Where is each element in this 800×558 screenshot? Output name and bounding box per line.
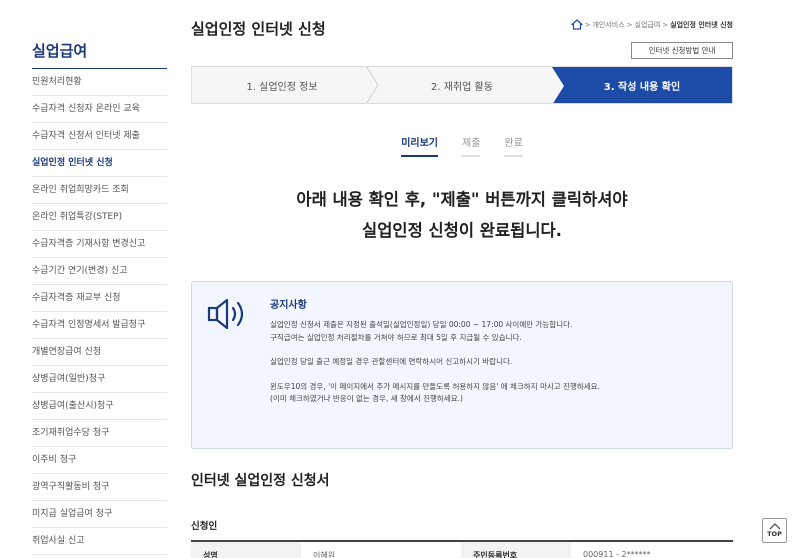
page-title: 실업인정 인터넷 신청 [191, 20, 326, 38]
sidebar-item[interactable]: 수급자격증 기재사항 변경신고 [32, 231, 167, 258]
rrn-label: 주민등록번호 [461, 542, 571, 558]
breadcrumb-item[interactable]: 실업급여 [635, 20, 661, 30]
sidebar-item[interactable]: 이주비 청구 [32, 447, 167, 474]
breadcrumb-item[interactable]: 개인서비스 [592, 20, 624, 30]
name-label: 성명 [191, 542, 301, 558]
subtabs: 미리보기 제출 완료 [191, 134, 733, 157]
notice-line: (이미 체크하였거나 반응이 없는 경우, 새 창에서 진행하세요.) [270, 394, 463, 403]
sidebar-item[interactable]: 상병급여(출산시)청구 [32, 393, 167, 420]
sidebar-item[interactable]: 수급자격 인정명세서 발급청구 [32, 312, 167, 339]
scroll-top-button[interactable]: TOP [762, 518, 787, 543]
step-indicator: 1. 실업인정 정보 2. 재취업 활동 3. 작성 내용 확인 [191, 66, 733, 104]
breadcrumb-sep: > [584, 20, 591, 29]
subtab-2[interactable]: 제출 [462, 134, 481, 157]
sidebar-item[interactable]: 상병급여(일반)청구 [32, 366, 167, 393]
headline-line-1: 아래 내용 확인 후, "제출" 버튼까지 클릭하셔야 [296, 190, 628, 209]
step-label: 2. 재취업 활동 [431, 81, 493, 93]
step-label: 3. 작성 내용 확인 [603, 81, 681, 93]
headline: 아래 내용 확인 후, "제출" 버튼까지 클릭하셔야 실업인정 신청이 완료됩… [191, 184, 733, 246]
sidebar-item[interactable]: 수급기간 연기(변경) 신고 [32, 258, 167, 285]
step-2: 2. 재취업 활동 [372, 67, 552, 103]
notice-paragraph: 실업인정 당일 출근 예정일 경우 관할센터에 연락하시어 신고하시기 바랍니다… [270, 356, 725, 369]
sidebar-item[interactable]: 수급자격 신청자 온라인 교육 [32, 96, 167, 123]
name-value: 이혜원 [313, 551, 336, 558]
home-icon[interactable] [570, 19, 583, 30]
top-label: TOP [767, 530, 782, 538]
sidebar: 실업급여 민원처리현황 수급자격 신청자 온라인 교육 수급자격 신청서 인터넷 제… [32, 40, 167, 555]
sidebar-item[interactable]: 온라인 취업희망카드 조회 [32, 177, 167, 204]
sidebar-item[interactable]: 미지급 실업급여 청구 [32, 501, 167, 528]
notice-line: 실업인정 신청서 제출은 지정된 출석일(실업인정일) 당일 00:00 ~ 1… [270, 320, 573, 329]
application-guide-button[interactable]: 인터넷 신청방법 안내 [631, 42, 733, 59]
step-3: 3. 작성 내용 확인 [552, 67, 732, 103]
sidebar-item[interactable]: 수급자격 신청서 인터넷 제출 [32, 123, 167, 150]
sidebar-item[interactable]: 조기재취업수당 청구 [32, 420, 167, 447]
rrn-value: 000911 - 2****** [583, 550, 651, 558]
sidebar-item[interactable]: 개별연장급여 신청 [32, 339, 167, 366]
breadcrumb-sep: > [626, 20, 633, 29]
headline-line-2: 실업인정 신청이 완료됩니다. [362, 221, 562, 240]
sidebar-item[interactable]: 민원처리현황 [32, 69, 167, 96]
notice-line: 실업인정 당일 출근 예정일 경우 관할센터에 연락하시어 신고하시기 바랍니다… [270, 357, 513, 366]
subtab-3[interactable]: 완료 [504, 134, 523, 157]
sidebar-item[interactable]: 온라인 취업특강(STEP) [32, 204, 167, 231]
form-section-title: 인터넷 실업인정 신청서 [191, 473, 330, 489]
applicant-row: 성명 이혜원 주민등록번호 000911 - 2****** [191, 542, 733, 558]
subtab-1[interactable]: 미리보기 [401, 134, 438, 157]
breadcrumb: > 개인서비스 > 실업급여 > 실업인정 인터넷 신청 [570, 19, 733, 30]
notice-body: 실업인정 신청서 제출은 지정된 출석일(실업인정일) 당일 00:00 ~ 1… [270, 319, 725, 418]
sidebar-item[interactable]: 광역구직활동비 청구 [32, 474, 167, 501]
chevron-up-icon [769, 523, 780, 530]
step-divider-chevron [366, 67, 379, 103]
sidebar-item[interactable]: 실업인정 인터넷 신청 [32, 150, 167, 177]
sidebar-item[interactable]: 수급자격증 재교부 신청 [32, 285, 167, 312]
step-1: 1. 실업인정 정보 [192, 67, 379, 103]
notice-paragraph: 실업인정 신청서 제출은 지정된 출석일(실업인정일) 당일 00:00 ~ 1… [270, 319, 725, 344]
notice-line: 구직급여는 실업인정 처리절차를 거쳐야 하므로 최대 5일 후 지급될 수 있… [270, 332, 522, 342]
notice-title: 공지사항 [270, 300, 307, 311]
applicant-subsection-title: 신청인 [191, 521, 218, 532]
sidebar-item[interactable]: 취업사실 신고 [32, 528, 167, 555]
sidebar-list: 민원처리현황 수급자격 신청자 온라인 교육 수급자격 신청서 인터넷 제출 실업인정… [32, 69, 167, 555]
sidebar-title: 실업급여 [32, 40, 167, 69]
breadcrumb-sep: > [662, 20, 669, 29]
notice-paragraph: 윈도우10의 경우, '이 페이지에서 추가 메시지를 만들도록 허용하지 않음… [270, 381, 725, 406]
notice-box: 공지사항 실업인정 신청서 제출은 지정된 출석일(실업인정일) 당일 00:0… [191, 281, 733, 449]
step-label: 1. 실업인정 정보 [246, 81, 318, 93]
speaker-icon [207, 298, 244, 330]
notice-line: 윈도우10의 경우, '이 페이지에서 추가 메시지를 만들도록 허용하지 않음… [270, 381, 600, 391]
breadcrumb-current: 실업인정 인터넷 신청 [670, 20, 733, 29]
